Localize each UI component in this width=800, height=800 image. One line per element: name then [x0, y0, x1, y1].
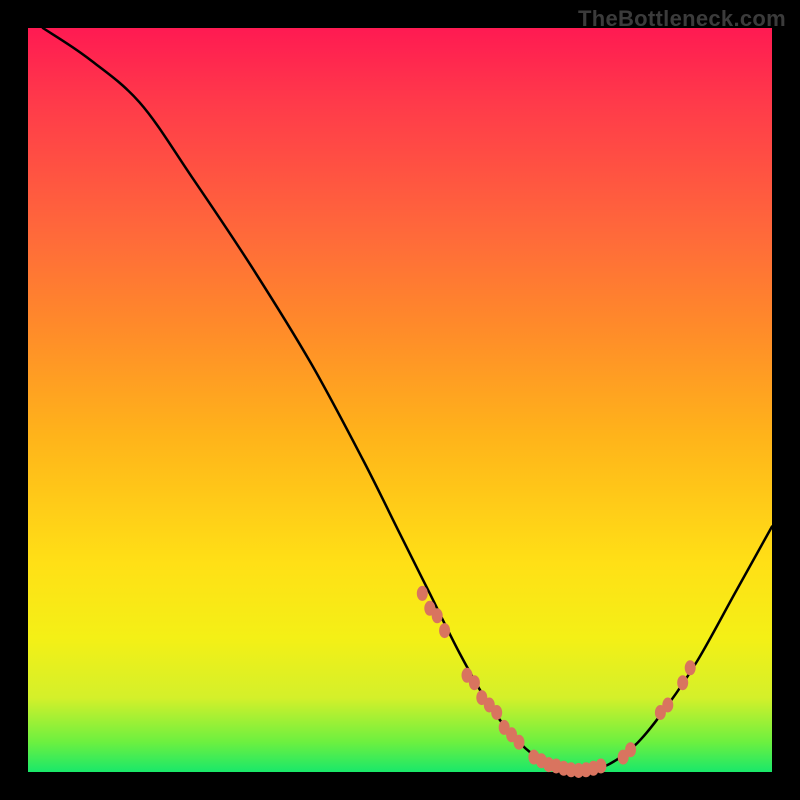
data-marker [595, 759, 606, 774]
curve-svg [28, 28, 772, 772]
chart-frame: TheBottleneck.com [0, 0, 800, 800]
data-marker [514, 735, 525, 750]
bottleneck-curve [43, 28, 772, 772]
data-marker [439, 623, 450, 638]
data-marker [417, 586, 428, 601]
data-marker [625, 742, 636, 757]
data-marker [685, 660, 696, 675]
data-marker [469, 675, 480, 690]
data-marker [677, 675, 688, 690]
data-markers [417, 586, 696, 778]
data-marker [432, 608, 443, 623]
data-marker [491, 705, 502, 720]
plot-area [28, 28, 772, 772]
data-marker [662, 698, 673, 713]
